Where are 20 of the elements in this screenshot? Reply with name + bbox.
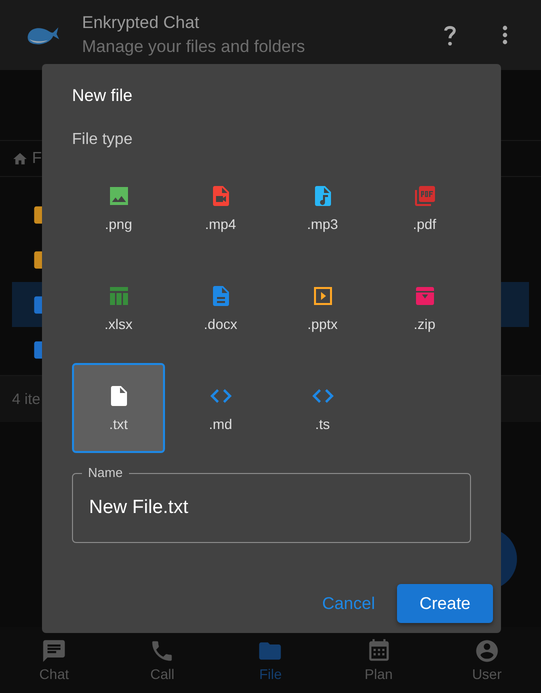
file-type-option[interactable]: .md [174, 363, 267, 453]
item-count: 4 ite [12, 390, 40, 408]
app-subtitle: Manage your files and folders [82, 37, 306, 57]
file-type-option[interactable]: .zip [378, 263, 471, 353]
file-type-option[interactable]: .mp4 [174, 163, 267, 253]
home-icon[interactable] [12, 150, 28, 166]
file-type-option[interactable]: .docx [174, 263, 267, 353]
section-label: File type [72, 131, 134, 150]
chat-icon [41, 638, 68, 664]
file-type-option[interactable]: .txt [72, 363, 165, 453]
file-type-option[interactable]: .ts [276, 363, 369, 453]
user-icon [474, 638, 500, 664]
create-button[interactable]: Create [397, 584, 493, 623]
file-type-option[interactable]: .xlsx [72, 263, 165, 353]
file-type-option[interactable]: .pptx [276, 263, 369, 353]
dialog-title: New file [72, 86, 134, 106]
file-type-option[interactable]: .mp3 [276, 163, 369, 253]
file-type-option[interactable]: .pdf [378, 163, 471, 253]
file-type-option[interactable]: .png [72, 163, 165, 253]
app-title: Enkrypted Chat [82, 13, 200, 33]
